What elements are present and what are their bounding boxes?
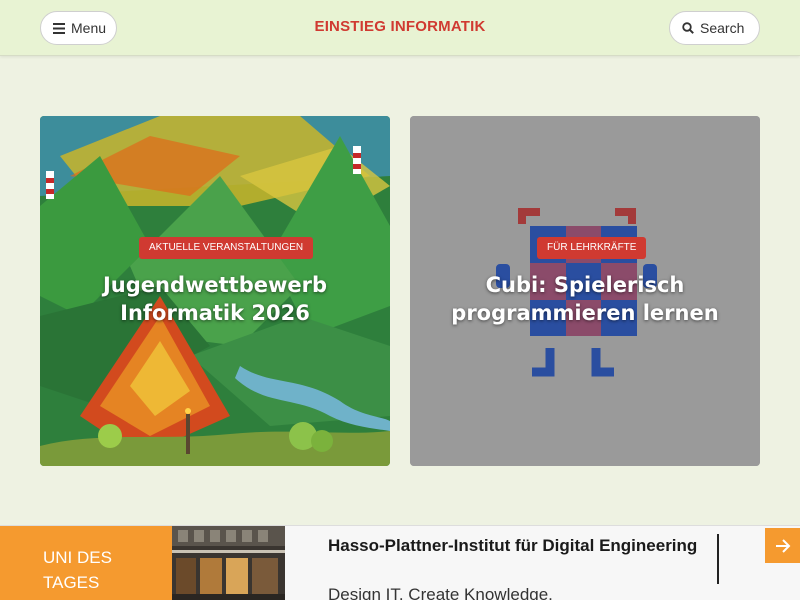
search-icon <box>682 22 694 34</box>
category-badge[interactable]: AKTUELLE VERANSTALTUNGEN <box>139 237 314 259</box>
event-card-jugendwettbewerb[interactable]: AKTUELLE VERANSTALTUNGEN Jugendwettbewer… <box>40 116 390 466</box>
uni-building-photo <box>172 526 285 600</box>
uni-of-day-label: UNI DES TAGES <box>0 526 172 600</box>
next-uni-button[interactable] <box>765 528 800 563</box>
uni-of-day-bar: UNI DES TAGES Hasso-Plattner-Institut fü… <box>0 525 800 600</box>
teacher-card-cubi[interactable]: FÜR LEHRKRÄFTE Cubi: Spielerisch program… <box>410 116 760 466</box>
divider <box>717 534 719 584</box>
search-label: Search <box>700 20 745 36</box>
uni-name[interactable]: Hasso-Plattner-Institut für Digital Engi… <box>328 534 698 558</box>
top-bar: Menu EINSTIEG INFORMATIK Search <box>0 0 800 56</box>
arrow-right-icon <box>775 538 790 553</box>
card-title[interactable]: Cubi: Spielerisch programmieren lernen <box>410 271 760 327</box>
search-button[interactable]: Search <box>669 11 760 45</box>
card-title[interactable]: Jugendwettbewerb Informatik 2026 <box>40 271 390 327</box>
card-overlay: AKTUELLE VERANSTALTUNGEN Jugendwettbewer… <box>40 116 390 466</box>
category-badge[interactable]: FÜR LEHRKRÄFTE <box>537 237 647 259</box>
card-overlay: FÜR LEHRKRÄFTE Cubi: Spielerisch program… <box>410 116 760 466</box>
uni-tagline: Design IT. Create Knowledge. <box>328 585 553 600</box>
